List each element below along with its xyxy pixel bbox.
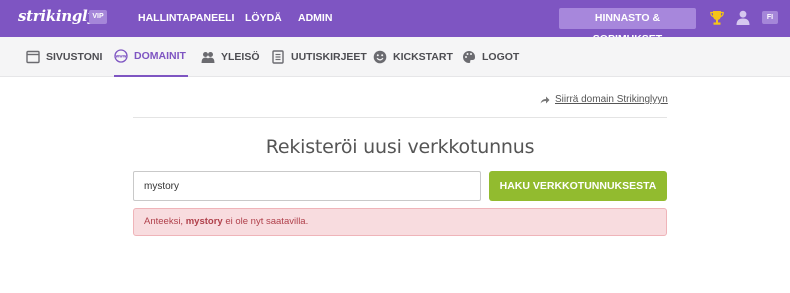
- trophy-icon[interactable]: [710, 10, 724, 26]
- tab-label: UUTISKIRJEET: [291, 51, 367, 63]
- tab-label: KICKSTART: [393, 51, 453, 63]
- nav-admin[interactable]: ADMIN: [298, 0, 332, 37]
- domain-search-input[interactable]: [133, 171, 481, 201]
- tab-kickstart[interactable]: KICKSTART: [373, 37, 453, 77]
- site-icon: [26, 50, 40, 64]
- pricing-button[interactable]: HINNASTO & SOPIMUKSET: [559, 8, 696, 45]
- transfer-domain-link[interactable]: Siirrä domain Strikinglyyn: [540, 94, 668, 105]
- share-arrow-icon: [540, 96, 550, 103]
- user-icon[interactable]: [736, 10, 750, 25]
- alert-prefix: Anteeksi,: [144, 216, 186, 227]
- nav-dashboard[interactable]: HALLINTAPANEELI: [138, 0, 234, 37]
- search-domain-button[interactable]: HAKU VERKKOTUNNUKSESTA: [489, 171, 667, 201]
- tab-audience[interactable]: YLEISÖ: [201, 37, 260, 77]
- transfer-domain-text: Siirrä domain Strikinglyyn: [555, 94, 668, 105]
- smiley-icon: [373, 50, 387, 64]
- vip-badge: VIP: [89, 10, 107, 24]
- www-icon: www: [114, 49, 128, 63]
- tab-logos[interactable]: LOGOT: [462, 37, 519, 77]
- newsletter-icon: [272, 50, 284, 64]
- alert-suffix: ei ole nyt saatavilla.: [222, 216, 309, 227]
- divider: [133, 117, 667, 118]
- alert-domain: mystory: [185, 216, 223, 227]
- top-bar: strikingly VIP HALLINTAPANEELI LÖYDÄ ADM…: [0, 0, 790, 45]
- tab-label: YLEISÖ: [221, 51, 260, 63]
- language-switcher[interactable]: FI: [762, 11, 778, 24]
- palette-icon: [463, 50, 476, 63]
- strikingly-logo[interactable]: strikingly: [18, 7, 96, 25]
- tab-newsletters[interactable]: UUTISKIRJEET: [271, 37, 367, 77]
- unavailable-alert: Anteeksi, mystory ei ole nyt saatavilla.: [133, 208, 667, 236]
- nav-discover[interactable]: LÖYDÄ: [245, 0, 282, 37]
- tab-my-sites[interactable]: SIVUSTONI: [26, 37, 102, 77]
- audience-icon: [201, 52, 215, 63]
- sub-navigation: SIVUSTONI www DOMAINIT YLEISÖ UUTISKIRJE…: [0, 37, 790, 77]
- tab-label: DOMAINIT: [134, 50, 186, 62]
- tab-label: LOGOT: [482, 51, 520, 63]
- svg-text:www: www: [115, 54, 126, 59]
- page-heading: Rekisteröi uusi verkkotunnus: [265, 136, 535, 158]
- tab-label: SIVUSTONI: [46, 51, 103, 63]
- tab-domains[interactable]: www DOMAINIT: [114, 37, 188, 77]
